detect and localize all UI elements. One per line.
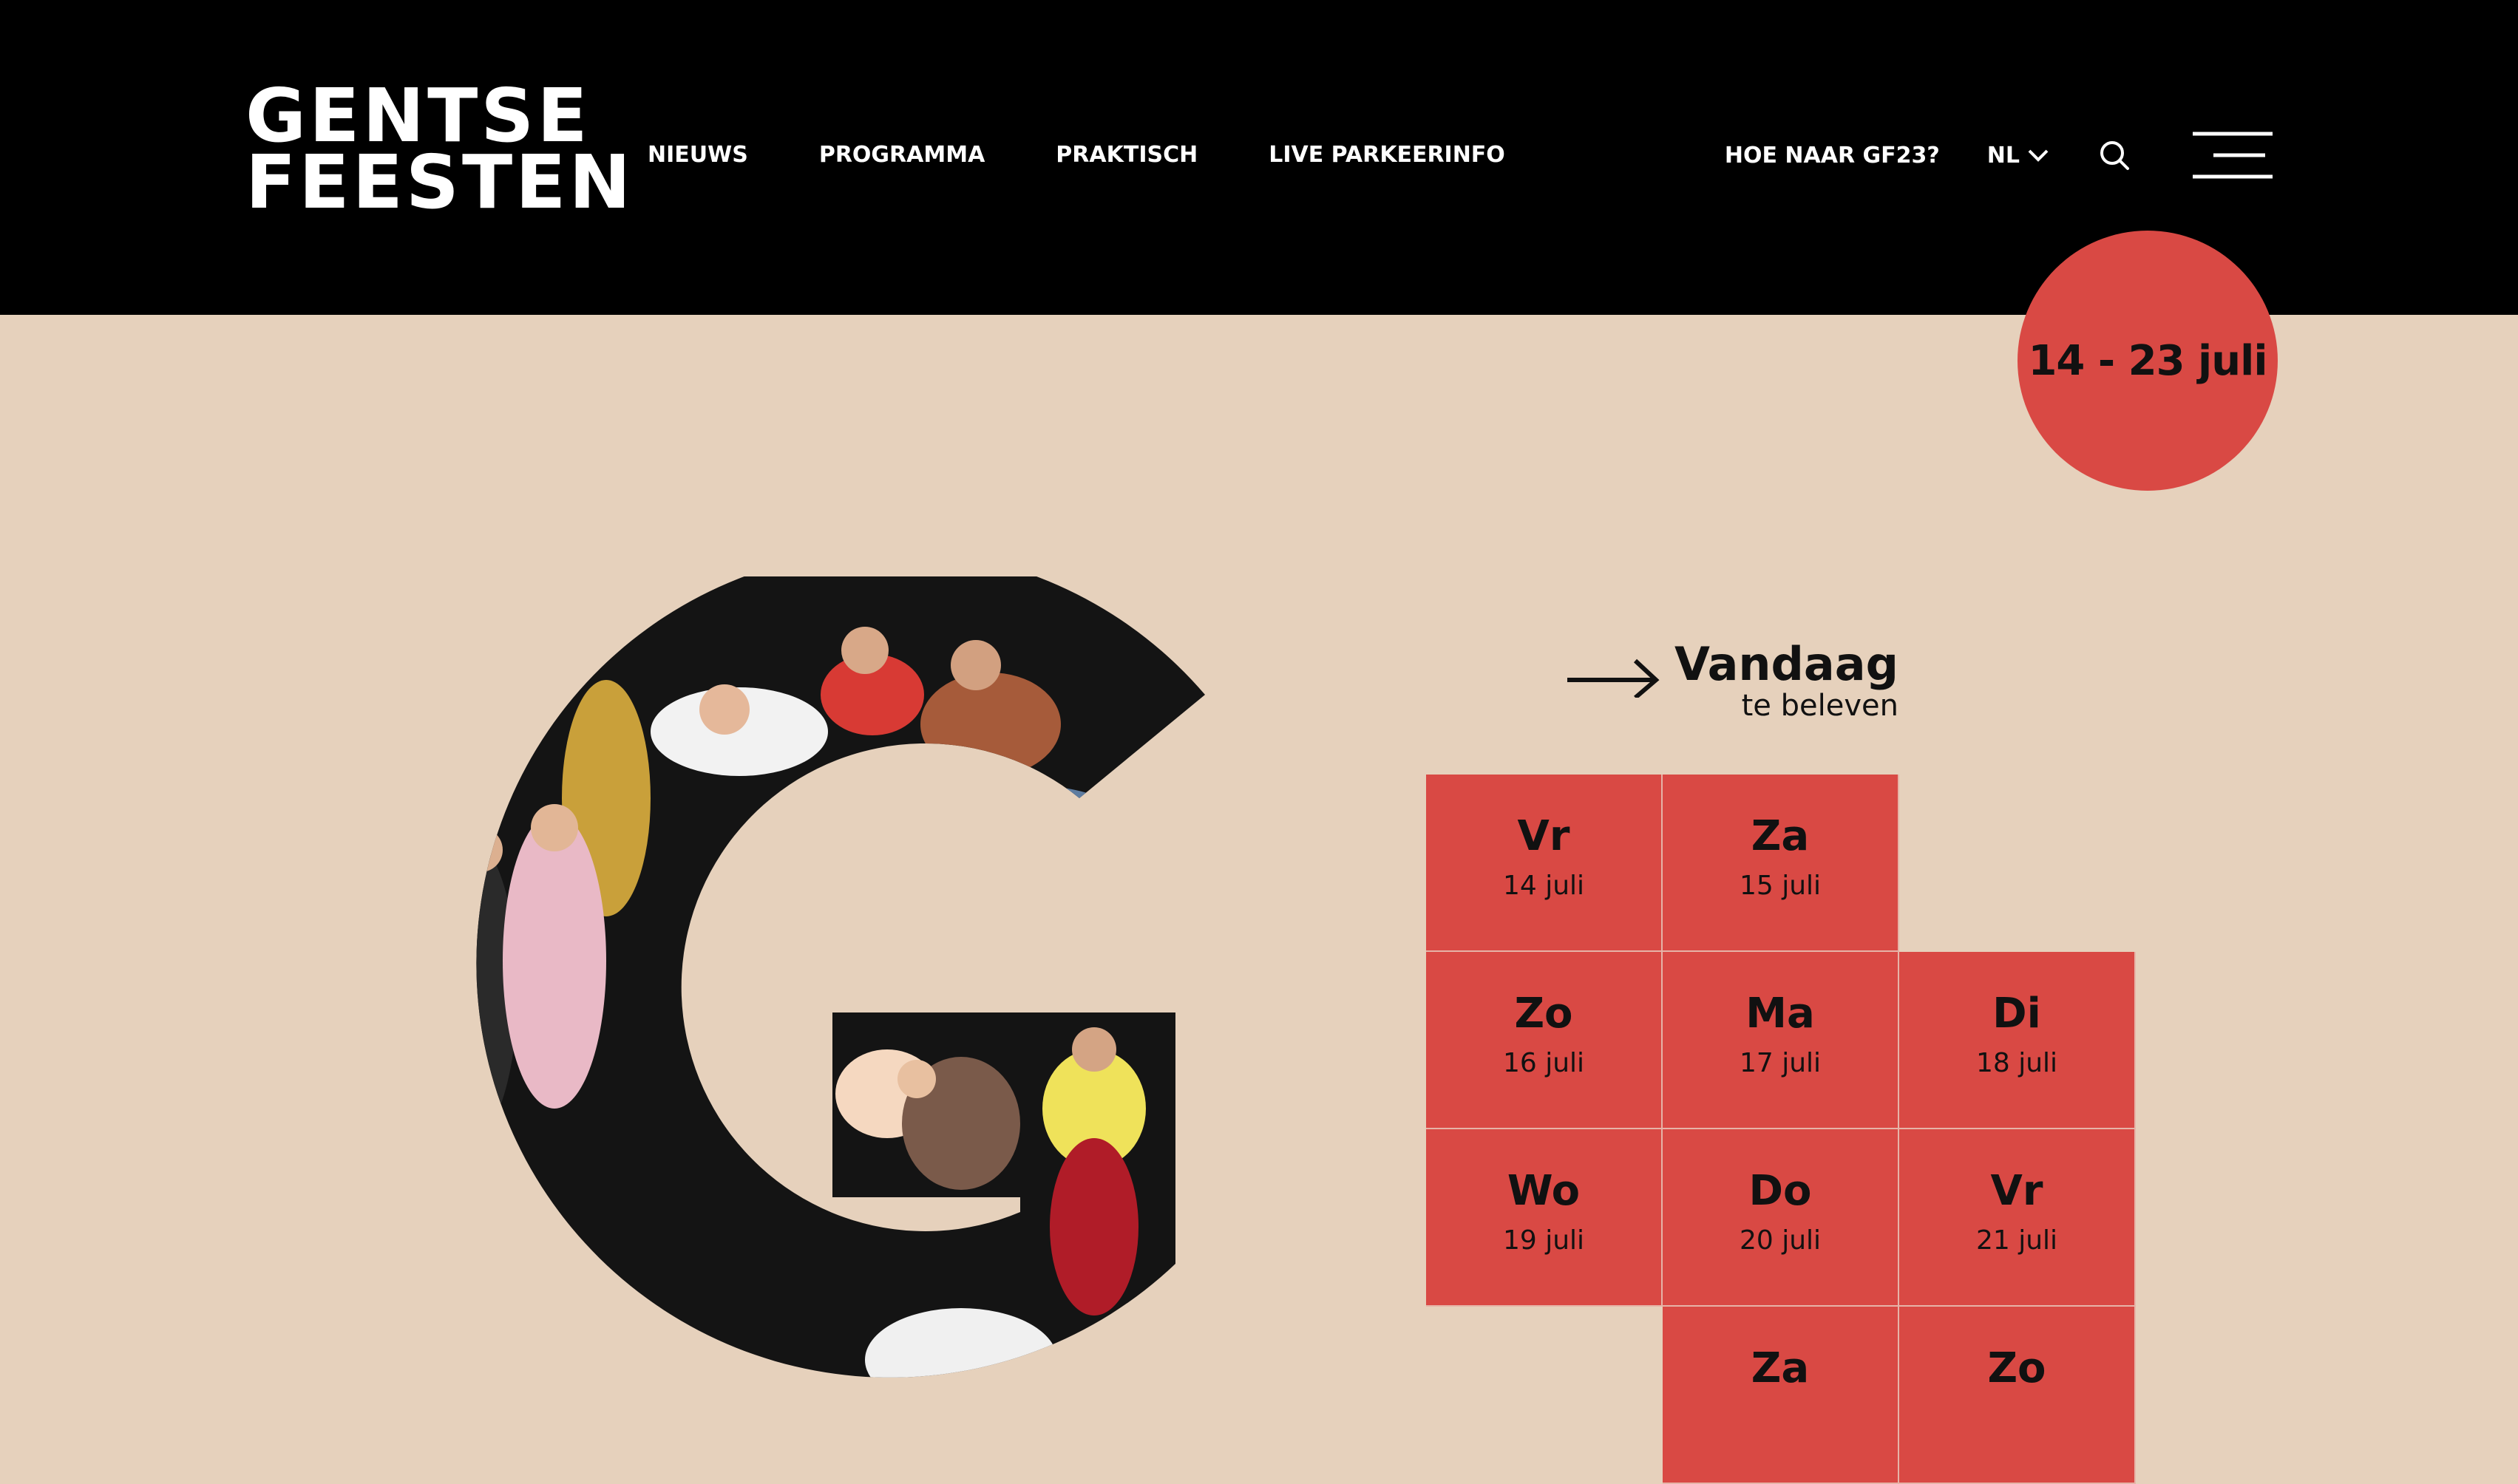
day-name: Vr — [1517, 812, 1570, 860]
today-title: Vandaag — [1674, 637, 1898, 691]
nav-item-nieuws[interactable]: NIEUWS — [648, 142, 748, 168]
day-name: Wo — [1507, 1167, 1581, 1215]
logo-line-2: FEESTEN — [245, 139, 634, 225]
calendar-spacer — [1899, 775, 2136, 952]
hero-g-shape — [476, 549, 1205, 1378]
today-subtitle: te beleven — [1741, 689, 1898, 723]
hero-g-image — [355, 549, 1286, 1413]
header-actions: HOE NAAR GF23? NL — [1725, 118, 2274, 192]
calendar-day[interactable]: Ma 17 juli — [1663, 952, 1899, 1129]
calendar-day[interactable]: Vr 14 juli — [1426, 775, 1663, 952]
hamburger-menu-icon — [2193, 132, 2273, 179]
calendar-day[interactable]: Di 18 juli — [1899, 952, 2136, 1129]
menu-button[interactable] — [2191, 129, 2274, 181]
day-date: 21 juli — [1975, 1225, 2058, 1256]
day-name: Za — [1751, 1344, 1810, 1392]
search-icon — [2100, 141, 2129, 170]
day-name: Zo — [1514, 990, 1573, 1038]
nav-item-praktisch[interactable]: PRAKTISCH — [1056, 142, 1198, 168]
hoe-naar-link[interactable]: HOE NAAR GF23? — [1725, 143, 1940, 169]
calendar-day[interactable]: Zo 16 juli — [1426, 952, 1663, 1129]
day-name: Ma — [1745, 990, 1815, 1038]
calendar-day[interactable]: Za — [1663, 1307, 1899, 1484]
day-date: 16 juli — [1502, 1048, 1585, 1078]
festival-calendar: Vr 14 juli Za 15 juli Zo 16 juli Ma 17 j… — [1426, 775, 2136, 1484]
festival-dates-badge: 14 - 23 juli — [2018, 231, 2278, 491]
calendar-day[interactable]: Wo 19 juli — [1426, 1129, 1663, 1307]
language-label: NL — [1986, 142, 2020, 169]
nav-item-programma[interactable]: PROGRAMMA — [819, 142, 985, 168]
gentse-feesten-logo[interactable]: GENTSE FEESTEN — [245, 79, 634, 225]
calendar-day[interactable]: Za 15 juli — [1663, 775, 1899, 952]
day-date: 14 juli — [1502, 871, 1585, 901]
day-date: 15 juli — [1739, 871, 1822, 901]
day-name: Zo — [1987, 1344, 2046, 1392]
day-name: Za — [1751, 812, 1810, 860]
day-date: 19 juli — [1502, 1225, 1585, 1256]
language-selector[interactable]: NL — [1987, 143, 2049, 169]
day-date: 20 juli — [1739, 1225, 1822, 1256]
today-link[interactable]: Vandaag te beleven — [1564, 637, 1904, 733]
calendar-spacer — [1426, 1307, 1663, 1484]
calendar-day[interactable]: Vr 21 juli — [1899, 1129, 2136, 1307]
calendar-day[interactable]: Do 20 juli — [1663, 1129, 1899, 1307]
nav-item-live-parkeerinfo[interactable]: LIVE PARKEERINFO — [1269, 142, 1505, 168]
chevron-down-icon — [2028, 149, 2049, 162]
day-name: Vr — [1990, 1167, 2043, 1215]
day-name: Di — [1992, 990, 2041, 1038]
calendar-day[interactable]: Zo — [1899, 1307, 2136, 1484]
main-nav: NIEUWS PROGRAMMA PRAKTISCH LIVE PARKEERI… — [648, 137, 1576, 171]
arrow-right-icon — [1567, 658, 1660, 698]
day-date: 17 juli — [1739, 1048, 1822, 1078]
festival-dates-text: 14 - 23 juli — [2028, 336, 2267, 385]
day-name: Do — [1748, 1167, 1812, 1215]
day-date: 18 juli — [1975, 1048, 2058, 1078]
search-button[interactable] — [2098, 139, 2131, 171]
